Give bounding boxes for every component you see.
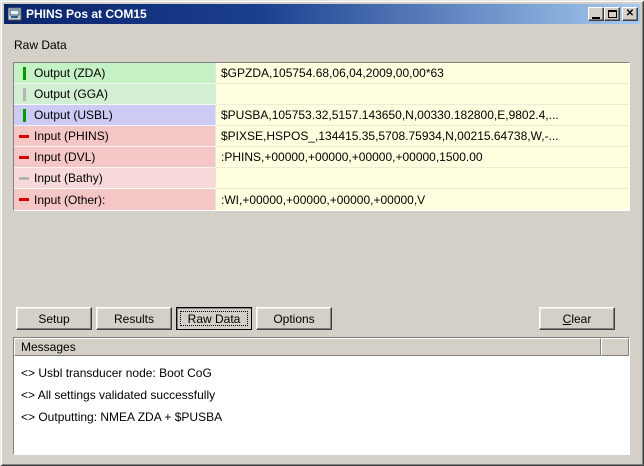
row-label: Output (USBL) (34, 108, 113, 122)
setup-button[interactable]: Setup (16, 307, 92, 330)
row-label-cell: Input (DVL) (14, 147, 216, 168)
row-label-cell: Input (Other): (14, 189, 216, 210)
input-active-indicator-icon (14, 135, 34, 138)
table-row-input-dvl: Input (DVL) :PHINS,+00000,+00000,+00000,… (14, 147, 629, 168)
messages-header-filler (601, 338, 629, 356)
app-window: PHINS Pos at COM15 ✕ Raw Data Output (ZD… (0, 0, 644, 466)
table-row-output-gga: Output (GGA) (14, 84, 629, 105)
close-icon: ✕ (626, 9, 634, 19)
window-controls: ✕ (588, 7, 638, 21)
row-value: $PIXSE,HSPOS_,134415.35,5708.75934,N,002… (216, 126, 629, 147)
table-row-input-bathy: Input (Bathy) (14, 168, 629, 189)
output-inactive-indicator-icon (14, 88, 34, 101)
row-value (216, 168, 629, 189)
raw-data-table: Output (ZDA) $GPZDA,105754.68,06,04,2009… (13, 62, 630, 211)
message-line: <> Usbl transducer node: Boot CoG (21, 362, 622, 384)
row-value (216, 84, 629, 105)
row-label-cell: Input (Bathy) (14, 168, 216, 189)
clear-button-label: lear (571, 312, 591, 326)
row-label: Output (ZDA) (34, 66, 105, 80)
close-button[interactable]: ✕ (622, 7, 638, 21)
messages-list: <> Usbl transducer node: Boot CoG <> All… (14, 356, 629, 454)
raw-data-button-label: Raw Data (188, 312, 241, 326)
app-icon[interactable] (7, 6, 23, 22)
row-label-cell: Output (ZDA) (14, 63, 216, 84)
minimize-button[interactable] (588, 7, 604, 21)
table-row-output-usbl: Output (USBL) $PUSBA,105753.32,5157.1436… (14, 105, 629, 126)
section-label-raw-data: Raw Data (14, 38, 67, 52)
messages-column-header[interactable]: Messages (14, 338, 601, 356)
output-active-indicator-icon (14, 67, 34, 80)
output-active-indicator-icon (14, 109, 34, 122)
maximize-button[interactable] (604, 7, 620, 21)
row-label: Input (DVL) (34, 150, 95, 164)
window-title: PHINS Pos at COM15 (26, 7, 588, 21)
input-active-indicator-icon (14, 198, 34, 201)
setup-button-label: Setup (38, 312, 69, 326)
table-row-input-other: Input (Other): :WI,+00000,+00000,+00000,… (14, 189, 629, 210)
titlebar[interactable]: PHINS Pos at COM15 ✕ (4, 4, 640, 24)
messages-header: Messages (14, 338, 629, 356)
raw-data-button[interactable]: Raw Data (176, 307, 252, 330)
input-active-indicator-icon (14, 156, 34, 159)
minimize-icon (592, 17, 600, 19)
row-label-cell: Input (PHINS) (14, 126, 216, 147)
table-row-output-zda: Output (ZDA) $GPZDA,105754.68,06,04,2009… (14, 63, 629, 84)
row-label: Input (PHINS) (34, 129, 109, 143)
options-button[interactable]: Options (256, 307, 332, 330)
clear-button[interactable]: Clear (539, 307, 615, 330)
results-button[interactable]: Results (96, 307, 172, 330)
row-value: :PHINS,+00000,+00000,+00000,+00000,1500.… (216, 147, 629, 168)
table-row-input-phins: Input (PHINS) $PIXSE,HSPOS_,134415.35,57… (14, 126, 629, 147)
maximize-icon (608, 10, 617, 18)
row-value: $PUSBA,105753.32,5157.143650,N,00330.182… (216, 105, 629, 126)
row-value: $GPZDA,105754.68,06,04,2009,00,00*63 (216, 63, 629, 84)
options-button-label: Options (273, 312, 314, 326)
input-inactive-indicator-icon (14, 177, 34, 180)
message-line: <> All settings validated successfully (21, 384, 622, 406)
row-label-cell: Output (GGA) (14, 84, 216, 105)
row-label-cell: Output (USBL) (14, 105, 216, 126)
row-label: Input (Bathy) (34, 171, 103, 185)
row-value: :WI,+00000,+00000,+00000,+00000,V (216, 189, 629, 210)
row-label: Output (GGA) (34, 87, 108, 101)
messages-panel: Messages <> Usbl transducer node: Boot C… (13, 337, 630, 455)
results-button-label: Results (114, 312, 154, 326)
message-line: <> Outputting: NMEA ZDA + $PUSBA (21, 406, 622, 428)
row-label: Input (Other): (34, 193, 105, 207)
clear-button-accesskey: C (563, 312, 572, 326)
